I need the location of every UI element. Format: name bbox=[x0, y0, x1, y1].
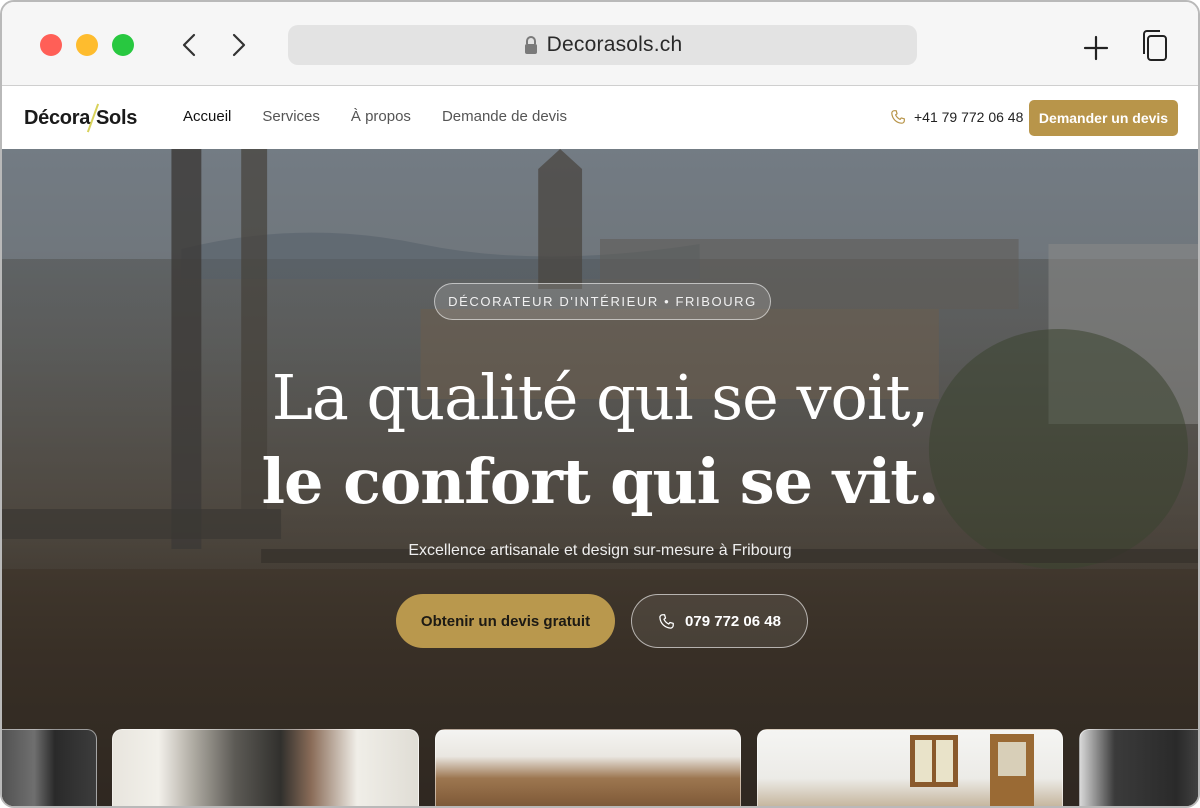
hero-badge: DÉCORATEUR D'INTÉRIEUR • FRIBOURG bbox=[434, 283, 771, 320]
forward-icon[interactable] bbox=[224, 30, 252, 60]
free-quote-button[interactable]: Obtenir un devis gratuit bbox=[396, 594, 615, 648]
back-icon[interactable] bbox=[176, 30, 204, 60]
nav-item-services[interactable]: Services bbox=[262, 108, 320, 125]
main-nav: Accueil Services À propos Demande de dev… bbox=[183, 108, 598, 125]
nav-item-accueil[interactable]: Accueil bbox=[183, 108, 231, 125]
nav-item-demande-de-devis[interactable]: Demande de devis bbox=[442, 108, 567, 125]
gallery-thumbnail[interactable] bbox=[112, 729, 419, 806]
zoom-window-button[interactable] bbox=[112, 34, 134, 56]
hero-headline-line-2: le confort qui se vit. bbox=[261, 445, 940, 518]
browser-toolbar: Decorasols.ch bbox=[2, 2, 1198, 86]
site-logo[interactable]: Décora Sols bbox=[24, 103, 137, 133]
site-header: Décora Sols Accueil Services À propos Dem… bbox=[2, 87, 1198, 149]
phone-icon bbox=[659, 613, 674, 629]
call-button[interactable]: 079 772 06 48 bbox=[631, 594, 808, 648]
gallery-thumbnail[interactable] bbox=[435, 729, 741, 806]
gallery-thumbnail[interactable] bbox=[2, 729, 97, 806]
lock-icon bbox=[524, 36, 537, 54]
logo-text-left: Décora bbox=[24, 106, 91, 129]
header-phone-link[interactable]: +41 79 772 06 48 bbox=[890, 109, 1023, 125]
tabs-icon[interactable] bbox=[1140, 28, 1170, 64]
address-bar[interactable]: Decorasols.ch bbox=[288, 25, 917, 65]
logo-text-right: Sols bbox=[96, 106, 138, 129]
window-and-door-image bbox=[910, 734, 1034, 806]
close-window-button[interactable] bbox=[40, 34, 62, 56]
url-text: Decorasols.ch bbox=[546, 33, 683, 56]
hero-subtitle: Excellence artisanale et design sur-mesu… bbox=[408, 542, 792, 559]
phone-icon bbox=[891, 110, 905, 124]
gallery-thumbnail[interactable] bbox=[757, 729, 1063, 806]
call-button-label: 079 772 06 48 bbox=[685, 612, 781, 630]
hero-section: DÉCORATEUR D'INTÉRIEUR • FRIBOURG La qua… bbox=[2, 149, 1198, 806]
nav-item-a-propos[interactable]: À propos bbox=[351, 108, 411, 125]
hero-headline-line-1: La qualité qui se voit, bbox=[271, 361, 930, 434]
gallery-thumbnail[interactable] bbox=[1079, 729, 1198, 806]
header-phone-number: +41 79 772 06 48 bbox=[914, 109, 1024, 125]
new-tab-icon[interactable] bbox=[1082, 34, 1110, 62]
request-quote-button[interactable]: Demander un devis bbox=[1029, 100, 1178, 136]
minimize-window-button[interactable] bbox=[76, 34, 98, 56]
browser-window: Decorasols.ch Décora Sols Accueil Service… bbox=[0, 0, 1200, 808]
